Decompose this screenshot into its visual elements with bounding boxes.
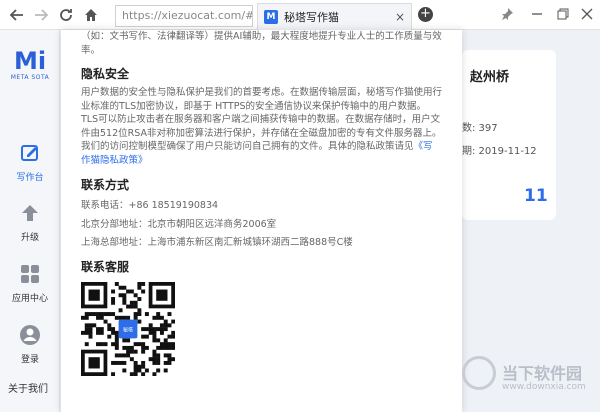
browser-tab[interactable]: M 秘塔写作猫 × bbox=[257, 3, 412, 30]
privacy-heading: 隐私安全 bbox=[81, 67, 130, 81]
sidebar-item-label: 升级 bbox=[20, 233, 39, 243]
card-title: 赵州桥 bbox=[470, 70, 510, 85]
edit-icon bbox=[21, 145, 38, 161]
sidebar-item-label: 登录 bbox=[20, 355, 39, 365]
app-logo[interactable]: Mi META SOTA bbox=[8, 48, 52, 81]
sidebar: Mi META SOTA 写作台 升级 应用中心 登录 关于我们 bbox=[0, 30, 60, 412]
service-heading: 联系客服 bbox=[81, 259, 130, 274]
watermark-logo-icon bbox=[462, 356, 496, 390]
sidebar-item-login[interactable]: 登录 bbox=[0, 324, 60, 365]
sidebar-item-label: 写作台 bbox=[16, 173, 44, 183]
contact-phone: 联系电话：+86 18519190834 bbox=[81, 200, 219, 211]
new-tab-button[interactable]: + bbox=[418, 7, 433, 22]
beijing-address: 北京分部地址：北京市朝阳区远洋商务2006室 bbox=[81, 218, 277, 230]
about-panel: （如：文书写作、法律翻译等）提供AI辅助，最大程度地提升专业人士的工作质量与效率… bbox=[61, 30, 462, 412]
watermark-en: www.downxia.com bbox=[502, 382, 586, 392]
pin-icon[interactable] bbox=[500, 7, 514, 21]
contact-heading: 联系方式 bbox=[81, 178, 130, 192]
sidebar-item-app-center[interactable]: 应用中心 bbox=[0, 263, 60, 304]
sidebar-item-upgrade[interactable]: 升级 bbox=[0, 202, 60, 243]
address-bar[interactable]: https://xiezuocat.com/#/ bbox=[115, 5, 253, 27]
tab-favicon-icon: M bbox=[264, 10, 278, 24]
sidebar-item-writing-desk[interactable]: 写作台 bbox=[0, 142, 60, 183]
restore-icon[interactable] bbox=[556, 7, 570, 21]
about-us-link[interactable]: 关于我们 bbox=[8, 380, 48, 395]
forward-arrow-icon bbox=[35, 9, 49, 21]
privacy-text: 用户数据的安全性与隐私保护是我们的首要考虑。在数据传输层面，秘塔写作猫使用行业标… bbox=[81, 86, 442, 167]
card-count: 11 bbox=[524, 186, 548, 206]
shanghai-address: 上海总部地址：上海市浦东新区南汇新城镇环湖西二路888号C楼 bbox=[81, 237, 353, 248]
watermark-cn: 当下软件园 bbox=[502, 364, 583, 383]
tab-title: 秘塔写作猫 bbox=[284, 11, 339, 24]
sidebar-item-label: 应用中心 bbox=[11, 294, 48, 304]
minimize-icon[interactable] bbox=[530, 7, 544, 21]
apps-grid-icon bbox=[21, 265, 39, 283]
home-button[interactable] bbox=[82, 6, 100, 24]
intro-text: （如：文书写作、法律翻译等）提供AI辅助，最大程度地提升专业人士的工作质量与效率… bbox=[81, 31, 442, 56]
qr-center-label: 秘塔 bbox=[123, 326, 133, 333]
reload-button[interactable] bbox=[57, 6, 75, 24]
browser-toolbar: https://xiezuocat.com/#/ M 秘塔写作猫 × + bbox=[0, 0, 600, 30]
card-date: 期: 2019-11-12 bbox=[462, 146, 537, 157]
document-card[interactable]: 赵州桥 数: 397 期: 2019-11-12 11 bbox=[462, 50, 556, 220]
close-icon[interactable] bbox=[580, 7, 594, 21]
back-arrow-icon bbox=[9, 9, 23, 21]
back-button[interactable] bbox=[8, 6, 26, 24]
privacy-body: 用户数据的安全性与隐私保护是我们的首要考虑。在数据传输层面，秘塔写作猫使用行业标… bbox=[81, 87, 443, 152]
site-watermark: 当下软件园 www.downxia.com bbox=[458, 348, 600, 412]
logo-mark: Mi bbox=[13, 47, 47, 75]
qr-code-image: 秘塔 bbox=[81, 282, 175, 376]
reload-icon bbox=[60, 9, 72, 21]
forward-button[interactable] bbox=[32, 6, 50, 24]
tab-close-button[interactable]: × bbox=[395, 10, 405, 24]
home-icon bbox=[85, 9, 97, 21]
user-icon bbox=[20, 325, 40, 345]
upgrade-arrow-icon bbox=[22, 205, 38, 221]
card-word-count: 数: 397 bbox=[462, 123, 498, 134]
logo-text: META SOTA bbox=[10, 74, 50, 81]
